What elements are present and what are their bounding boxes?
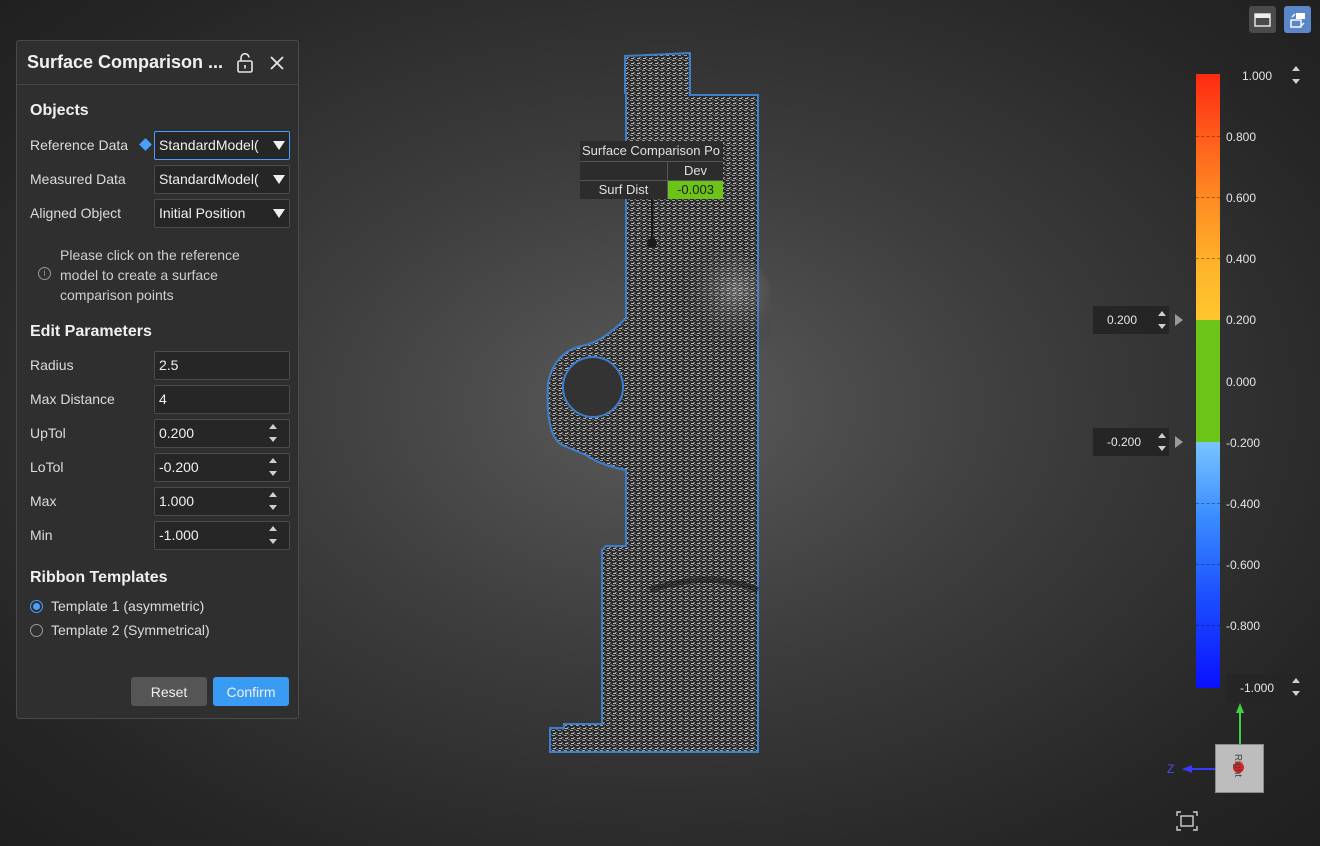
measured-data-label: Measured Data bbox=[30, 171, 126, 187]
max-distance-input[interactable]: 4 bbox=[154, 385, 290, 414]
colorbar-tick: 0.600 bbox=[1226, 191, 1257, 205]
aligned-object-select[interactable]: Initial Position bbox=[154, 199, 290, 228]
template-1-label: Template 1 (asymmetric) bbox=[51, 598, 205, 614]
lotol-value: -0.200 bbox=[159, 459, 199, 475]
upper-tolerance-value: 0.200 bbox=[1107, 313, 1138, 327]
reference-data-value: StandardModel( bbox=[159, 137, 259, 153]
edit-parameters-title: Edit Parameters bbox=[30, 323, 152, 340]
reference-data-select[interactable]: StandardModel( bbox=[154, 131, 290, 160]
display-mode-icon[interactable] bbox=[1249, 6, 1276, 33]
aligned-object-label: Aligned Object bbox=[30, 205, 122, 221]
lotol-input[interactable]: -0.200 bbox=[154, 453, 290, 482]
radius-label: Radius bbox=[30, 357, 74, 373]
upper-tolerance-handle-icon[interactable] bbox=[1175, 314, 1183, 326]
surface-comparison-panel: Surface Comparison ... Objects Reference… bbox=[16, 40, 299, 719]
max-distance-value: 4 bbox=[159, 391, 167, 407]
measured-data-value: StandardModel( bbox=[159, 171, 259, 187]
fit-view-icon[interactable] bbox=[1176, 811, 1198, 831]
colorbar-tick: 0.000 bbox=[1226, 375, 1257, 389]
in-tolerance-band bbox=[1196, 320, 1220, 442]
template-2-label: Template 2 (Symmetrical) bbox=[51, 622, 210, 638]
reference-data-label: Reference Data bbox=[30, 137, 129, 153]
objects-section-title: Objects bbox=[30, 102, 89, 119]
callout-col-header: Dev bbox=[668, 161, 723, 180]
colorbar-tick: -0.200 bbox=[1226, 436, 1261, 450]
swap-view-icon[interactable] bbox=[1284, 6, 1311, 33]
radio-checked-icon[interactable] bbox=[30, 599, 43, 613]
deviation-callout[interactable]: Surface Comparison Po Dev Surf Dist -0.0… bbox=[580, 141, 723, 199]
template-1-option[interactable]: Template 1 (asymmetric) bbox=[30, 598, 204, 614]
chevron-down-icon bbox=[273, 141, 285, 150]
ribbon-templates-title: Ribbon Templates bbox=[30, 569, 168, 586]
colorbar-tick: -0.800 bbox=[1226, 619, 1261, 633]
reset-button[interactable]: Reset bbox=[131, 677, 207, 706]
view-cube-face-label: Right bbox=[1232, 753, 1244, 778]
max-distance-label: Max Distance bbox=[30, 391, 115, 407]
max-label: Max bbox=[30, 493, 57, 509]
upper-tolerance-spinner-icon[interactable] bbox=[1158, 311, 1166, 329]
z-axis-label: Z bbox=[1167, 762, 1175, 776]
radius-value: 2.5 bbox=[159, 357, 179, 373]
spinner-icon[interactable] bbox=[268, 458, 278, 478]
radio-unchecked-icon[interactable] bbox=[30, 623, 43, 637]
lower-out-of-tolerance-band bbox=[1196, 442, 1220, 688]
close-icon[interactable] bbox=[266, 52, 288, 74]
chevron-down-icon bbox=[273, 175, 285, 184]
colorbar-max-input[interactable]: 1.000 bbox=[1228, 62, 1286, 90]
required-marker-icon bbox=[139, 138, 152, 151]
uptol-input[interactable]: 0.200 bbox=[154, 419, 290, 448]
callout-empty-cell bbox=[580, 161, 668, 180]
confirm-button[interactable]: Confirm bbox=[213, 677, 289, 706]
chevron-down-icon bbox=[273, 209, 285, 218]
colorbar-tick: 0.400 bbox=[1226, 252, 1257, 266]
uptol-value: 0.200 bbox=[159, 425, 195, 441]
panel-title: Surface Comparison ... bbox=[27, 52, 224, 72]
unlock-icon[interactable] bbox=[234, 52, 256, 74]
colorbar-min-input[interactable]: -1.000 bbox=[1226, 674, 1286, 702]
radius-input[interactable]: 2.5 bbox=[154, 351, 290, 380]
min-value: -1.000 bbox=[159, 527, 199, 543]
hint-text: Please click on the reference model to c… bbox=[60, 247, 240, 303]
measured-data-select[interactable]: StandardModel( bbox=[154, 165, 290, 194]
info-icon: i bbox=[38, 267, 51, 280]
colorbar-max-value: 1.000 bbox=[1242, 69, 1273, 83]
colorbar-tick: 0.200 bbox=[1226, 313, 1257, 327]
deviation-color-bar bbox=[1196, 74, 1220, 688]
min-label: Min bbox=[30, 527, 53, 543]
colorbar-tick: -0.600 bbox=[1226, 558, 1261, 572]
uptol-label: UpTol bbox=[30, 425, 66, 441]
lower-tolerance-handle-icon[interactable] bbox=[1175, 436, 1183, 448]
spinner-icon[interactable] bbox=[268, 492, 278, 512]
callout-row-label: Surf Dist bbox=[580, 180, 668, 199]
spinner-icon[interactable] bbox=[268, 424, 278, 444]
lower-tolerance-spinner-icon[interactable] bbox=[1158, 433, 1166, 451]
template-2-option[interactable]: Template 2 (Symmetrical) bbox=[30, 622, 210, 638]
colorbar-tick: 0.800 bbox=[1226, 130, 1257, 144]
aligned-object-value: Initial Position bbox=[159, 205, 246, 221]
colorbar-max-spinner-icon[interactable] bbox=[1292, 66, 1300, 84]
callout-title: Surface Comparison Po bbox=[580, 141, 723, 161]
lower-tolerance-value: -0.200 bbox=[1107, 435, 1142, 449]
callout-dev-value: -0.003 bbox=[668, 180, 723, 199]
max-value: 1.000 bbox=[159, 493, 195, 509]
colorbar-min-spinner-icon[interactable] bbox=[1292, 678, 1300, 696]
spinner-icon[interactable] bbox=[268, 526, 278, 546]
min-input[interactable]: -1.000 bbox=[154, 521, 290, 550]
callout-anchor-point[interactable] bbox=[647, 238, 657, 248]
colorbar-tick: -0.400 bbox=[1226, 497, 1261, 511]
colorbar-min-value: -1.000 bbox=[1240, 681, 1275, 695]
panel-header: Surface Comparison ... bbox=[17, 41, 298, 85]
callout-leader-line bbox=[651, 199, 653, 241]
max-input[interactable]: 1.000 bbox=[154, 487, 290, 516]
lotol-label: LoTol bbox=[30, 459, 64, 475]
